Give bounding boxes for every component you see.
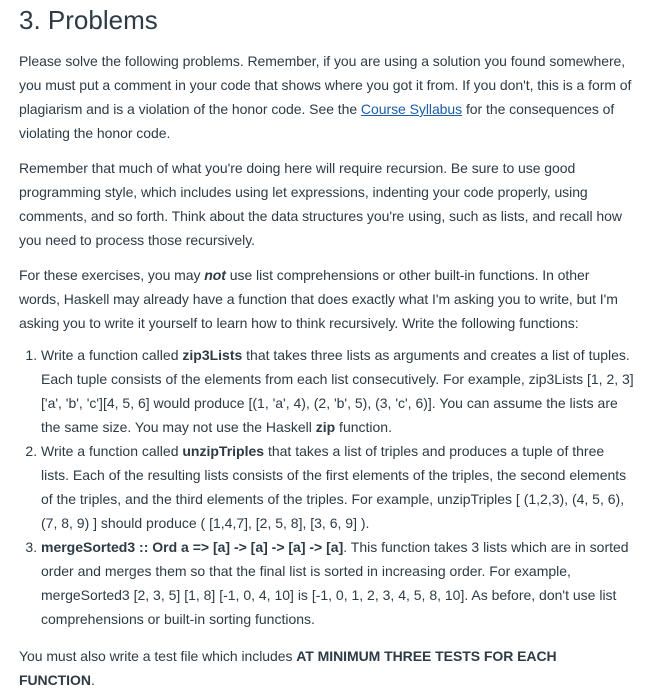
plagiarism-paragraph: Please solve the following problems. Rem… (19, 49, 634, 145)
test-file-text: You must also write a test file which in… (19, 648, 297, 664)
keyword-zip: zip (315, 419, 336, 435)
exercises-text: For these exercises, you may (19, 267, 205, 283)
test-file-text-end: . (90, 672, 95, 688)
page-title: 3. Problems (19, 5, 158, 35)
course-syllabus-link[interactable]: Course Syllabus (361, 101, 462, 117)
list-item: mergeSorted3 :: Ord a => [a] -> [a] -> [… (41, 535, 634, 631)
function-name-unziptriples: unzipTriples (182, 443, 265, 459)
function-signature-mergesorted3: mergeSorted3 :: Ord a => [a] -> [a] -> [… (41, 539, 344, 555)
list-item: Write a function called zip3Lists that t… (41, 343, 634, 439)
exercises-paragraph: For these exercises, you may not use lis… (19, 263, 634, 335)
recursion-paragraph: Remember that much of what you're doing … (19, 160, 622, 248)
list-item: Write a function called unzipTriples tha… (41, 439, 634, 535)
test-file-paragraph: You must also write a test file which in… (19, 644, 634, 692)
problem-list: Write a function called zip3Lists that t… (19, 343, 634, 631)
emphasis-not: not (204, 267, 226, 283)
function-name-zip3lists: zip3Lists (182, 347, 243, 363)
document-page: 3. Problems Please solve the following p… (0, 0, 652, 688)
